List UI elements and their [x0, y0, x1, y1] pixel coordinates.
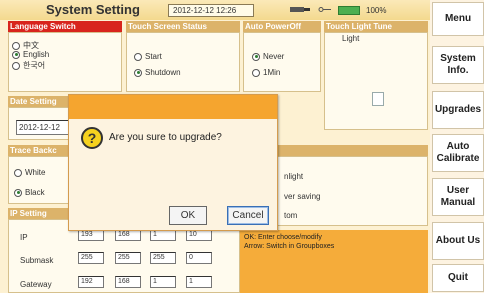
- gateway-octet-3[interactable]: 1: [150, 276, 176, 288]
- battery-icon: [338, 5, 360, 15]
- radio-icon: [12, 61, 20, 70]
- radio-icon: [134, 52, 142, 61]
- option-label: White: [25, 168, 46, 177]
- option-label: 1Min: [263, 68, 281, 77]
- sidebar-user-manual-button[interactable]: User Manual: [432, 178, 484, 216]
- option-label: Shutdown: [145, 68, 181, 77]
- gateway-octet-4[interactable]: 1: [186, 276, 212, 288]
- sidebar-quit-button[interactable]: Quit: [432, 264, 484, 292]
- question-icon: ?: [81, 127, 103, 149]
- radio-icon: [14, 168, 22, 177]
- light-label: Light: [342, 34, 360, 43]
- touch-tune-box: [324, 32, 428, 130]
- radio-selected-icon: [252, 52, 260, 61]
- gateway-octet-2[interactable]: 168: [115, 276, 141, 288]
- option-label: Black: [25, 188, 45, 197]
- option-label: Start: [145, 52, 162, 61]
- submask-octet-3[interactable]: 255: [150, 252, 176, 264]
- right-option-3[interactable]: tom: [284, 211, 297, 220]
- submask-label: Submask: [20, 256, 54, 265]
- radio-icon: [252, 68, 260, 77]
- right-option-1[interactable]: nlight: [284, 172, 303, 181]
- sidebar-auto-calibrate-button[interactable]: Auto Calibrate: [432, 134, 484, 172]
- top-bar: System Setting 2012-12-12 12:26 100%: [0, 0, 430, 20]
- date-input[interactable]: 2012-12-12: [16, 120, 72, 135]
- sidebar-upgrades-button[interactable]: Upgrades: [432, 91, 484, 129]
- help-line-2: Arrow: Switch in Groupboxes: [244, 243, 335, 250]
- section-touch-status: Touch Screen Status: [126, 21, 240, 32]
- gateway-octet-1[interactable]: 192: [78, 276, 104, 288]
- right-option-2[interactable]: ver saving: [284, 192, 320, 201]
- datetime-display: 2012-12-12 12:26: [168, 4, 254, 17]
- power-option-never[interactable]: Never: [252, 52, 284, 61]
- submask-octet-1[interactable]: 255: [78, 252, 104, 264]
- submask-octet-4[interactable]: 0: [186, 252, 212, 264]
- ip-label: IP: [20, 233, 28, 242]
- gateway-label: Gateway: [20, 280, 52, 289]
- battery-percent: 100%: [366, 5, 387, 15]
- radio-selected-icon: [12, 50, 20, 59]
- option-label: English: [23, 50, 50, 59]
- radio-selected-icon: [14, 188, 22, 197]
- dialog-title-bar: [69, 95, 277, 119]
- submask-octet-2[interactable]: 255: [115, 252, 141, 264]
- sidebar-system-info-button[interactable]: System Info.: [432, 46, 484, 84]
- touch-option-shutdown[interactable]: Shutdown: [134, 68, 181, 77]
- confirm-dialog: ? Are you sure to upgrade? OK Cancel: [68, 94, 278, 231]
- help-box: OK: Enter choose/modify Arrow: Switch in…: [240, 230, 428, 293]
- trace-option-black[interactable]: Black: [14, 188, 45, 197]
- section-language: Language Switch: [8, 21, 122, 32]
- power-plug-icon: [290, 5, 312, 16]
- page-title: System Setting: [46, 2, 140, 17]
- sidebar-menu-button[interactable]: Menu: [432, 2, 484, 36]
- usb-icon: [318, 5, 332, 16]
- light-slider-handle[interactable]: [372, 92, 384, 106]
- sidebar-about-button[interactable]: About Us: [432, 222, 484, 260]
- language-option-english[interactable]: English: [12, 50, 49, 59]
- auto-power-box: [243, 32, 321, 92]
- ok-button[interactable]: OK: [169, 206, 207, 225]
- language-option-korean[interactable]: 한국어: [12, 60, 45, 71]
- cancel-button[interactable]: Cancel: [227, 206, 269, 225]
- status-area: 100%: [290, 4, 386, 16]
- sidebar: Menu System Info. Upgrades Auto Calibrat…: [430, 0, 484, 293]
- power-option-1min[interactable]: 1Min: [252, 68, 280, 77]
- radio-selected-icon: [134, 68, 142, 77]
- option-label: Never: [263, 52, 285, 61]
- section-auto-power: Auto PowerOff: [243, 21, 321, 32]
- touch-option-start[interactable]: Start: [134, 52, 162, 61]
- trace-option-white[interactable]: White: [14, 168, 45, 177]
- help-line-1: OK: Enter choose/modify: [244, 234, 322, 241]
- touch-status-box: [126, 32, 240, 92]
- radio-icon: [12, 41, 20, 50]
- section-touch-tune: Touch Light Tune: [324, 21, 428, 32]
- dialog-message: Are you sure to upgrade?: [109, 132, 222, 143]
- option-label: 한국어: [23, 61, 46, 70]
